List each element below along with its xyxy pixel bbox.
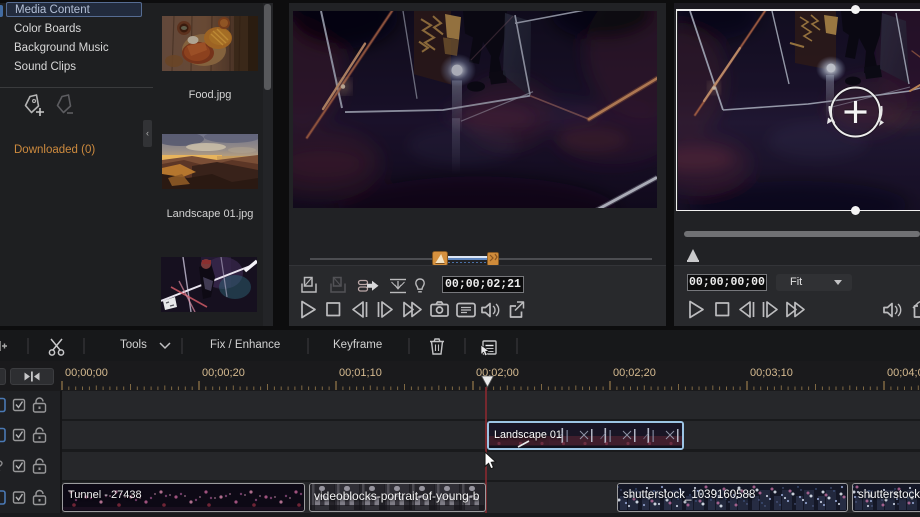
svg-text:00;04;00: 00;04;00 — [887, 367, 920, 379]
svg-text:00;03;10: 00;03;10 — [750, 367, 793, 379]
svg-text:00;01;10: 00;01;10 — [339, 367, 382, 379]
svg-text:00;00;00: 00;00;00 — [65, 367, 108, 379]
svg-text:00;00;20: 00;00;20 — [202, 367, 245, 379]
svg-text:00;02;20: 00;02;20 — [613, 367, 656, 379]
